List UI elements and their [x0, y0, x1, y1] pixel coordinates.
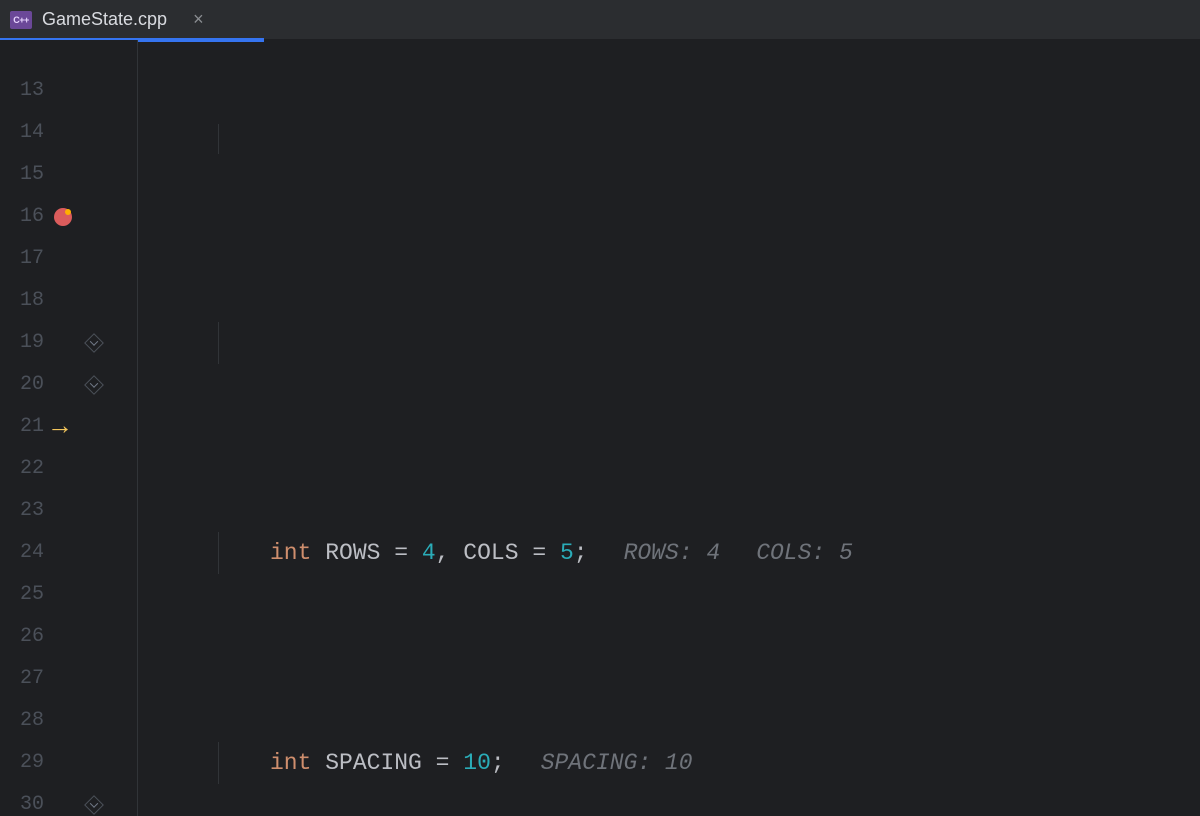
line-number: 25	[0, 574, 44, 616]
breakpoint-slot[interactable]	[44, 208, 82, 226]
gutter-row[interactable]: 15	[0, 154, 137, 196]
line-number: 18	[0, 280, 44, 322]
gutter-row[interactable]: 19	[0, 322, 137, 364]
gutter-row[interactable]: 29	[0, 742, 137, 784]
gutter-row[interactable]: 27	[0, 658, 137, 700]
gutter-row[interactable]: 13	[0, 70, 137, 112]
fold-toggle[interactable]	[82, 336, 106, 350]
gutter-row[interactable]: 25	[0, 574, 137, 616]
line-number: 16	[0, 196, 44, 238]
line-number: 20	[0, 364, 44, 406]
line-number: 17	[0, 238, 44, 280]
editor: 13 14 15 16 17 18 19 20 21→ 22 23 24 25 …	[0, 40, 1200, 816]
line-number: 15	[0, 154, 44, 196]
line-number: 30	[0, 784, 44, 816]
number: 5	[560, 532, 574, 574]
fold-toggle[interactable]	[82, 378, 106, 392]
line-number: 19	[0, 322, 44, 364]
fold-toggle[interactable]	[82, 798, 106, 812]
keyword: int	[270, 532, 311, 574]
tab-bar: GameState.cpp ×	[0, 0, 1200, 40]
tab-title[interactable]: GameState.cpp	[42, 9, 167, 30]
gutter-row[interactable]: 23	[0, 490, 137, 532]
execution-arrow-icon: →	[52, 406, 68, 448]
operator: =	[380, 532, 421, 574]
execution-pointer: →	[44, 406, 82, 448]
gutter: 13 14 15 16 17 18 19 20 21→ 22 23 24 25 …	[0, 40, 138, 816]
gutter-row[interactable]: 30	[0, 784, 137, 816]
gutter-row[interactable]: 28	[0, 700, 137, 742]
keyword: int	[270, 742, 311, 784]
line-number: 21	[0, 406, 44, 448]
gutter-row[interactable]: 26	[0, 616, 137, 658]
line-number: 23	[0, 490, 44, 532]
line-number: 24	[0, 532, 44, 574]
code-line[interactable]	[148, 322, 1200, 364]
number: 4	[422, 532, 436, 574]
line-number: 13	[0, 70, 44, 112]
close-tab-icon[interactable]: ×	[193, 9, 204, 30]
code-line[interactable]: int SPACING = 10 ; SPACING: 10	[148, 742, 1200, 784]
gutter-row[interactable]	[0, 40, 137, 70]
code-area[interactable]: int ROWS = 4 , COLS = 5 ; ROWS: 4 COLS: …	[138, 40, 1200, 816]
identifier: ROWS	[325, 532, 380, 574]
line-number: 26	[0, 616, 44, 658]
identifier: COLS	[463, 532, 518, 574]
line-number: 14	[0, 112, 44, 154]
gutter-row[interactable]: 17	[0, 238, 137, 280]
line-number: 27	[0, 658, 44, 700]
gutter-row[interactable]: 18	[0, 280, 137, 322]
inline-hint: SPACING: 10	[541, 742, 693, 784]
gutter-row[interactable]: 14	[0, 112, 137, 154]
gutter-row[interactable]: 24	[0, 532, 137, 574]
inline-hint: ROWS: 4	[624, 532, 721, 574]
code-line[interactable]	[148, 124, 1200, 154]
gutter-row[interactable]: 20	[0, 364, 137, 406]
line-number: 22	[0, 448, 44, 490]
line-number: 29	[0, 742, 44, 784]
inline-hint: COLS: 5	[756, 532, 853, 574]
gutter-row[interactable]: 16	[0, 196, 137, 238]
line-number: 28	[0, 700, 44, 742]
code-line[interactable]: int ROWS = 4 , COLS = 5 ; ROWS: 4 COLS: …	[148, 532, 1200, 574]
cpp-file-icon	[10, 11, 32, 29]
gutter-row[interactable]: 22	[0, 448, 137, 490]
gutter-row[interactable]: 21→	[0, 406, 137, 448]
breakpoint-icon[interactable]	[54, 208, 72, 226]
